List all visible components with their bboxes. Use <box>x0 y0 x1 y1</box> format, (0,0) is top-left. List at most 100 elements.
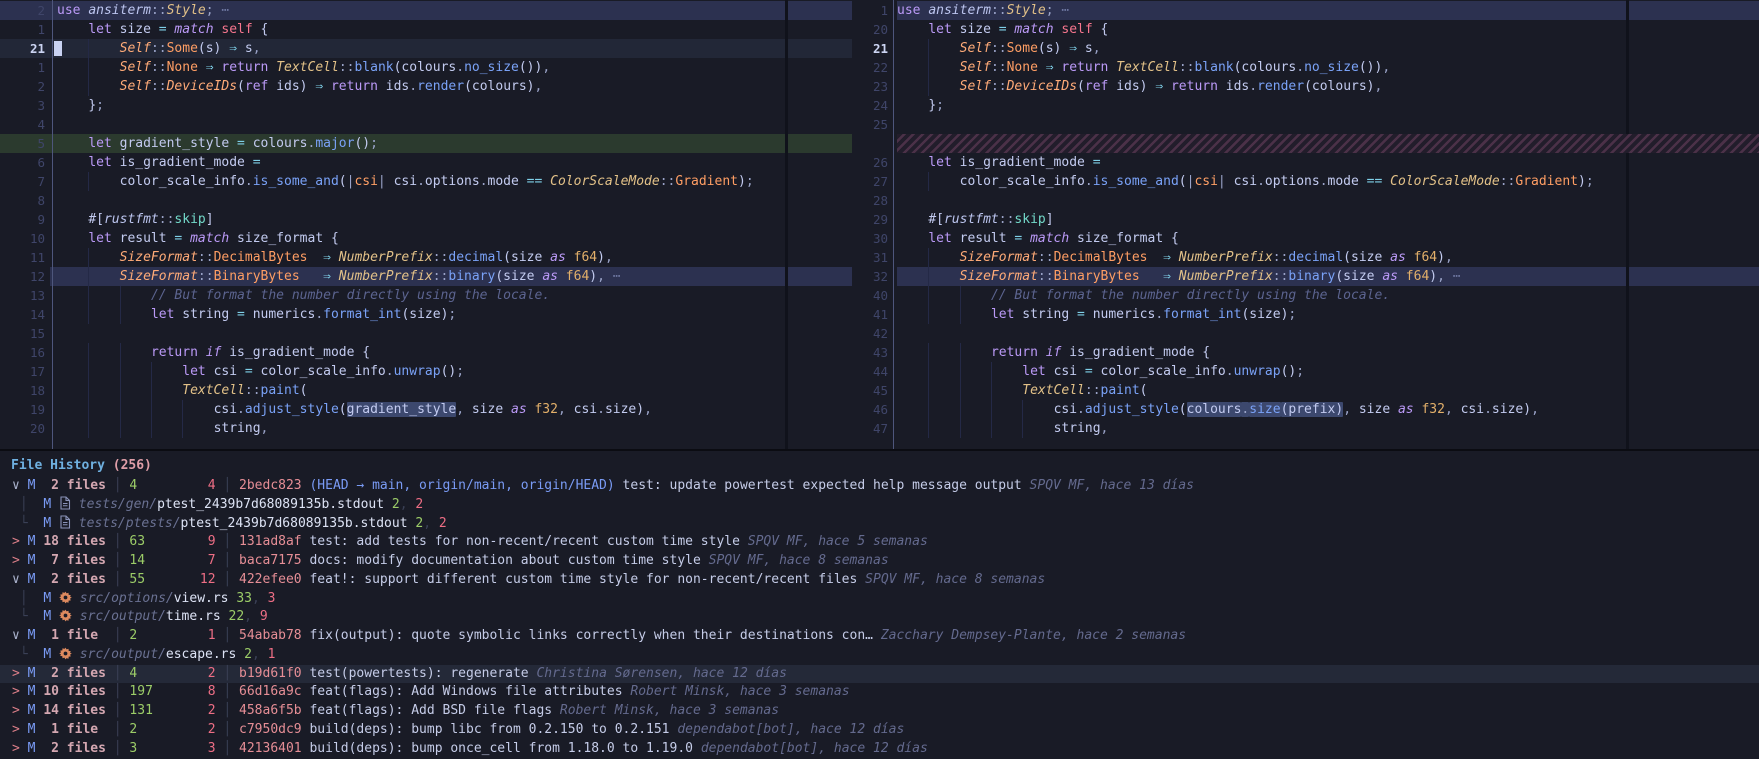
code-line[interactable]: 21 Self::Some(s) ⇒ s, <box>0 39 852 58</box>
code-line[interactable]: 46 csi.adjust_style(colours.size(prefix)… <box>852 400 1759 419</box>
line-number: 42 <box>852 324 888 343</box>
code-line[interactable]: 29 #[rustfmt::skip] <box>852 210 1759 229</box>
code-line[interactable]: 41 let string = numerics.format_int(size… <box>852 305 1759 324</box>
code-line[interactable]: 30 let result = match size_format { <box>852 229 1759 248</box>
code-token: csi <box>1194 174 1217 189</box>
code-line[interactable]: 47 string, <box>852 419 1759 438</box>
code-line[interactable]: 1use ansiterm::Style; ⋯ <box>852 1 1759 20</box>
code-line[interactable]: 21 Self::Some(s) ⇒ s, <box>852 39 1759 58</box>
history-file-row[interactable]: └ M src/output/escape.rs 2, 1 <box>0 646 1759 665</box>
chevron-right-icon[interactable]: > <box>12 722 20 737</box>
indent-guide <box>88 419 119 438</box>
code-line[interactable]: 2use ansiterm::Style; ⋯ <box>0 1 852 20</box>
code-line[interactable]: 31 SizeFormat::DecimalBytes ⇒ NumberPref… <box>852 248 1759 267</box>
code-line[interactable]: 19 csi.adjust_style(gradient_style, size… <box>0 400 852 419</box>
code-line[interactable]: 20 string, <box>0 419 852 438</box>
code-token: #[ <box>928 212 944 227</box>
chevron-right-icon[interactable]: > <box>12 741 20 756</box>
history-commit-row[interactable]: ∨ M 1 file │ 2 1 │ 54abab78 fix(output):… <box>0 627 1759 646</box>
history-commit-row[interactable]: > M 2 files │ 3 3 │ 42136401 build(deps)… <box>0 740 1759 759</box>
code-token: match <box>1014 22 1061 37</box>
code-line[interactable]: 4 <box>0 115 852 134</box>
history-commit-row[interactable]: ∨ M 2 files │ 55 12 │ 422efee0 feat!: su… <box>0 571 1759 590</box>
history-file-row[interactable]: │ M tests/gen/ptest_2439b7d68089135b.std… <box>0 496 1759 515</box>
line-number: 46 <box>852 400 888 419</box>
history-file-row[interactable]: └ M tests/ptests/ptest_2439b7d68089135b.… <box>0 515 1759 534</box>
history-file-row[interactable]: │ M src/options/view.rs 33, 3 <box>0 590 1759 609</box>
code-line[interactable]: 7 color_scale_info.is_some_and(|csi| csi… <box>0 172 852 191</box>
history-commit-row[interactable]: ∨ M 2 files │ 4 4 │ 2bedc823 (HEAD → mai… <box>0 477 1759 496</box>
code-token: () <box>354 136 370 151</box>
history-commit-row[interactable]: > M 7 files │ 14 7 │ baca7175 docs: modi… <box>0 552 1759 571</box>
chevron-right-icon[interactable]: > <box>12 684 20 699</box>
code-line[interactable]: 44 let csi = color_scale_info.unwrap(); <box>852 362 1759 381</box>
code-token: color_scale_info <box>960 174 1085 189</box>
code-line[interactable]: 14 let string = numerics.format_int(size… <box>0 305 852 324</box>
chevron-down-icon[interactable]: ∨ <box>12 628 20 643</box>
chevron-down-icon[interactable]: ∨ <box>12 478 20 493</box>
code-line[interactable]: 27 color_scale_info.is_some_and(|csi| cs… <box>852 172 1759 191</box>
history-commit-row[interactable]: > M 14 files │ 131 2 │ 458a6f5b feat(fla… <box>0 702 1759 721</box>
chevron-right-icon[interactable]: > <box>12 666 20 681</box>
code-line[interactable]: 18 TextCell::paint( <box>0 381 852 400</box>
code-token: :: <box>151 41 167 56</box>
indent-guide <box>88 343 119 362</box>
code-token: ; <box>1296 364 1304 379</box>
code-line[interactable]: 25 <box>852 115 1759 134</box>
code-line[interactable]: 1 let size = match self { <box>0 20 852 39</box>
code-line[interactable]: 6 let is_gradient_mode = <box>0 153 852 172</box>
history-commit-row[interactable]: > M 18 files │ 63 9 │ 131ad8af test: add… <box>0 533 1759 552</box>
code-line[interactable]: 28 <box>852 191 1759 210</box>
indent-guide <box>88 248 119 267</box>
code-token: . <box>237 402 245 417</box>
code-line[interactable]: 8 <box>0 191 852 210</box>
code-line[interactable]: 40 // But format the number directly usi… <box>852 286 1759 305</box>
code-token: , <box>1531 402 1539 417</box>
diff-filler-line <box>852 134 1759 153</box>
code-line[interactable]: 42 <box>852 324 1759 343</box>
code-token <box>300 269 323 284</box>
code-line[interactable]: 17 let csi = color_scale_info.unwrap(); <box>0 362 852 381</box>
separator: │ <box>106 478 129 493</box>
code-line[interactable]: 13 // But format the number directly usi… <box>0 286 852 305</box>
chevron-right-icon[interactable]: > <box>12 703 20 718</box>
history-file-row[interactable]: └ M src/output/time.rs 22, 9 <box>0 608 1759 627</box>
code-line[interactable]: 3 }; <box>0 96 852 115</box>
chevron-right-icon[interactable]: > <box>12 534 20 549</box>
code-line[interactable]: 1 Self::None ⇒ return TextCell::blank(co… <box>0 58 852 77</box>
code-line[interactable]: 26 let is_gradient_mode = <box>852 153 1759 172</box>
files-count: 18 files <box>43 534 106 549</box>
code-line[interactable]: 2 Self::DeviceIDs(ref ids) ⇒ return ids.… <box>0 77 852 96</box>
code-line[interactable]: 24 }; <box>852 96 1759 115</box>
chevron-right-icon[interactable]: > <box>12 553 20 568</box>
code-line[interactable]: 5 let gradient_style = colours.major(); <box>0 134 852 153</box>
code-token: . <box>456 60 464 75</box>
line-number: 41 <box>852 305 888 324</box>
line-number: 29 <box>852 210 888 229</box>
history-commit-row[interactable]: > M 1 file │ 2 2 │ c7950dc9 build(deps):… <box>0 721 1759 740</box>
code-token: use <box>897 3 928 18</box>
code-line[interactable]: 32 SizeFormat::BinaryBytes ⇒ NumberPrefi… <box>852 267 1759 286</box>
history-commit-row[interactable]: > M 10 files │ 197 8 │ 66d16a9c feat(fla… <box>0 683 1759 702</box>
code-line[interactable]: 9 #[rustfmt::skip] <box>0 210 852 229</box>
code-line[interactable]: 43 return if is_gradient_mode { <box>852 343 1759 362</box>
code-line[interactable]: 12 SizeFormat::BinaryBytes ⇒ NumberPrefi… <box>0 267 852 286</box>
indent-guide <box>897 381 928 400</box>
code-line[interactable]: 23 Self::DeviceIDs(ref ids) ⇒ return ids… <box>852 77 1759 96</box>
code-line[interactable]: 22 Self::None ⇒ return TextCell::blank(c… <box>852 58 1759 77</box>
code-line[interactable]: 20 let size = match self { <box>852 20 1759 39</box>
code-line[interactable]: 16 return if is_gradient_mode { <box>0 343 852 362</box>
diff-pane-left[interactable]: 2use ansiterm::Style; ⋯1 let size = matc… <box>0 0 852 449</box>
chevron-down-icon[interactable]: ∨ <box>12 572 20 587</box>
additions-count: 131 <box>129 703 160 718</box>
history-commit-row[interactable]: > M 2 files │ 4 2 │ b19d61f0 test(powert… <box>0 665 1759 684</box>
file-history-panel[interactable]: File History (256) ∨ M 2 files │ 4 4 │ 2… <box>0 451 1759 759</box>
diff-pane-right[interactable]: 1use ansiterm::Style; ⋯20 let size = mat… <box>852 0 1759 449</box>
code-line[interactable]: 45 TextCell::paint( <box>852 381 1759 400</box>
indent-guide <box>120 362 151 381</box>
code-line[interactable]: 15 <box>0 324 852 343</box>
code-line[interactable]: 10 let result = match size_format { <box>0 229 852 248</box>
code-token: = <box>1014 231 1030 246</box>
code-token: } <box>928 98 936 113</box>
code-line[interactable]: 11 SizeFormat::DecimalBytes ⇒ NumberPref… <box>0 248 852 267</box>
